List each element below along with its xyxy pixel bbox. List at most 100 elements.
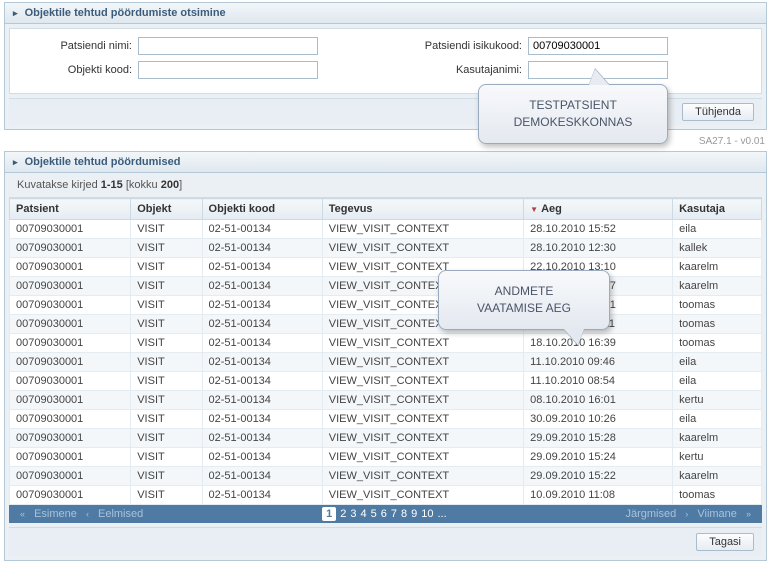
cell-user: eila bbox=[673, 353, 762, 372]
table-row[interactable]: 00709030001VISIT02-51-00134VIEW_VISIT_CO… bbox=[10, 429, 762, 448]
clear-button[interactable]: Tühjenda bbox=[682, 103, 754, 121]
pager-page[interactable]: 2 bbox=[340, 508, 346, 520]
table-row[interactable]: 00709030001VISIT02-51-00134VIEW_VISIT_CO… bbox=[10, 391, 762, 410]
table-row[interactable]: 00709030001VISIT02-51-00134VIEW_VISIT_CO… bbox=[10, 353, 762, 372]
pager-pages: 123456789 10... bbox=[320, 508, 449, 520]
cell-activity: VIEW_VISIT_CONTEXT bbox=[322, 467, 523, 486]
cell-user: kertu bbox=[673, 391, 762, 410]
table-header-row: Patsient Objekt Objekti kood Tegevus ▼Ae… bbox=[10, 199, 762, 220]
table-row[interactable]: 00709030001VISIT02-51-00134VIEW_VISIT_CO… bbox=[10, 410, 762, 429]
cell-time: 11.10.2010 09:46 bbox=[524, 353, 673, 372]
object-code-input[interactable] bbox=[138, 61, 318, 79]
cell-object: VISIT bbox=[131, 334, 202, 353]
pager-page[interactable]: ... bbox=[437, 508, 446, 520]
cell-code: 02-51-00134 bbox=[202, 429, 322, 448]
cell-code: 02-51-00134 bbox=[202, 239, 322, 258]
cell-user: kaarelm bbox=[673, 429, 762, 448]
results-panel-header[interactable]: ▸ Objektile tehtud pöördumised bbox=[5, 152, 766, 173]
table-row[interactable]: 00709030001VISIT02-51-00134VIEW_VISIT_CO… bbox=[10, 486, 762, 505]
pager-page[interactable]: 10 bbox=[421, 508, 433, 520]
cell-object: VISIT bbox=[131, 296, 202, 315]
pager-next[interactable]: Järgmised bbox=[625, 508, 676, 520]
back-button[interactable]: Tagasi bbox=[696, 533, 754, 551]
pager-page[interactable]: 9 bbox=[411, 508, 417, 520]
patient-code-input[interactable] bbox=[528, 37, 668, 55]
table-row[interactable]: 00709030001VISIT02-51-00134VIEW_VISIT_CO… bbox=[10, 277, 762, 296]
cell-code: 02-51-00134 bbox=[202, 277, 322, 296]
cell-user: kaarelm bbox=[673, 258, 762, 277]
table-row[interactable]: 00709030001VISIT02-51-00134VIEW_VISIT_CO… bbox=[10, 220, 762, 239]
object-code-label: Objekti kood: bbox=[20, 64, 138, 76]
bottom-bar: Tagasi bbox=[9, 527, 762, 556]
table-row[interactable]: 00709030001VISIT02-51-00134VIEW_VISIT_CO… bbox=[10, 239, 762, 258]
cell-activity: VIEW_VISIT_CONTEXT bbox=[322, 239, 523, 258]
col-time[interactable]: ▼Aeg bbox=[524, 199, 673, 220]
cell-time: 29.09.2010 15:22 bbox=[524, 467, 673, 486]
cell-patient: 00709030001 bbox=[10, 448, 131, 467]
pager-last[interactable]: Viimane bbox=[697, 508, 737, 520]
cell-object: VISIT bbox=[131, 429, 202, 448]
pager-page[interactable]: 6 bbox=[381, 508, 387, 520]
table-row[interactable]: 00709030001VISIT02-51-00134VIEW_VISIT_CO… bbox=[10, 315, 762, 334]
sort-desc-icon: ▼ bbox=[530, 205, 538, 214]
cell-time: 08.10.2010 16:01 bbox=[524, 391, 673, 410]
cell-object: VISIT bbox=[131, 258, 202, 277]
username-label: Kasutajanimi: bbox=[388, 64, 528, 76]
table-row[interactable]: 00709030001VISIT02-51-00134VIEW_VISIT_CO… bbox=[10, 258, 762, 277]
col-object-code[interactable]: Objekti kood bbox=[202, 199, 322, 220]
pager-page[interactable]: 8 bbox=[401, 508, 407, 520]
cell-patient: 00709030001 bbox=[10, 353, 131, 372]
cell-user: eila bbox=[673, 372, 762, 391]
pager-page[interactable]: 7 bbox=[391, 508, 397, 520]
chevron-right-icon: ▸ bbox=[13, 157, 18, 167]
cell-code: 02-51-00134 bbox=[202, 296, 322, 315]
search-panel-header[interactable]: ▸ Objektile tehtud pöördumiste otsimine bbox=[5, 3, 766, 24]
cell-object: VISIT bbox=[131, 391, 202, 410]
first-chevron-icon: « bbox=[20, 509, 25, 519]
cell-user: kertu bbox=[673, 448, 762, 467]
pager-page[interactable]: 3 bbox=[350, 508, 356, 520]
col-activity[interactable]: Tegevus bbox=[322, 199, 523, 220]
cell-activity: VIEW_VISIT_CONTEXT bbox=[322, 448, 523, 467]
cell-object: VISIT bbox=[131, 372, 202, 391]
cell-code: 02-51-00134 bbox=[202, 315, 322, 334]
cell-object: VISIT bbox=[131, 448, 202, 467]
cell-code: 02-51-00134 bbox=[202, 220, 322, 239]
col-user[interactable]: Kasutaja bbox=[673, 199, 762, 220]
cell-patient: 00709030001 bbox=[10, 372, 131, 391]
pager-page[interactable]: 1 bbox=[322, 507, 336, 521]
table-row[interactable]: 00709030001VISIT02-51-00134VIEW_VISIT_CO… bbox=[10, 334, 762, 353]
pager-page[interactable]: 4 bbox=[360, 508, 366, 520]
next-chevron-icon: › bbox=[685, 509, 688, 519]
chevron-right-icon: ▸ bbox=[13, 8, 18, 18]
cell-object: VISIT bbox=[131, 353, 202, 372]
pager-first[interactable]: Esimene bbox=[34, 508, 77, 520]
cell-code: 02-51-00134 bbox=[202, 334, 322, 353]
cell-user: eila bbox=[673, 410, 762, 429]
cell-patient: 00709030001 bbox=[10, 334, 131, 353]
col-object[interactable]: Objekt bbox=[131, 199, 202, 220]
cell-code: 02-51-00134 bbox=[202, 391, 322, 410]
cell-time: 29.09.2010 15:28 bbox=[524, 429, 673, 448]
table-row[interactable]: 00709030001VISIT02-51-00134VIEW_VISIT_CO… bbox=[10, 448, 762, 467]
records-info: Kuvatakse kirjed 1-15 [kokku 200] bbox=[9, 173, 762, 198]
cell-user: eila bbox=[673, 220, 762, 239]
last-chevron-icon: » bbox=[746, 509, 751, 519]
cell-object: VISIT bbox=[131, 486, 202, 505]
patient-name-input[interactable] bbox=[138, 37, 318, 55]
table-row[interactable]: 00709030001VISIT02-51-00134VIEW_VISIT_CO… bbox=[10, 467, 762, 486]
cell-code: 02-51-00134 bbox=[202, 372, 322, 391]
pager: « Esimene ‹ Eelmised 12345678910... Järg… bbox=[9, 505, 762, 523]
patient-code-label: Patsiendi isikukood: bbox=[388, 40, 528, 52]
pager-page[interactable]: 5 bbox=[371, 508, 377, 520]
pager-prev[interactable]: Eelmised bbox=[98, 508, 143, 520]
callout-view-time: ANDMETE VAATAMISE AEG bbox=[438, 270, 610, 330]
cell-object: VISIT bbox=[131, 239, 202, 258]
cell-activity: VIEW_VISIT_CONTEXT bbox=[322, 334, 523, 353]
table-row[interactable]: 00709030001VISIT02-51-00134VIEW_VISIT_CO… bbox=[10, 372, 762, 391]
cell-activity: VIEW_VISIT_CONTEXT bbox=[322, 486, 523, 505]
cell-patient: 00709030001 bbox=[10, 391, 131, 410]
table-row[interactable]: 00709030001VISIT02-51-00134VIEW_VISIT_CO… bbox=[10, 296, 762, 315]
col-patient[interactable]: Patsient bbox=[10, 199, 131, 220]
cell-patient: 00709030001 bbox=[10, 467, 131, 486]
